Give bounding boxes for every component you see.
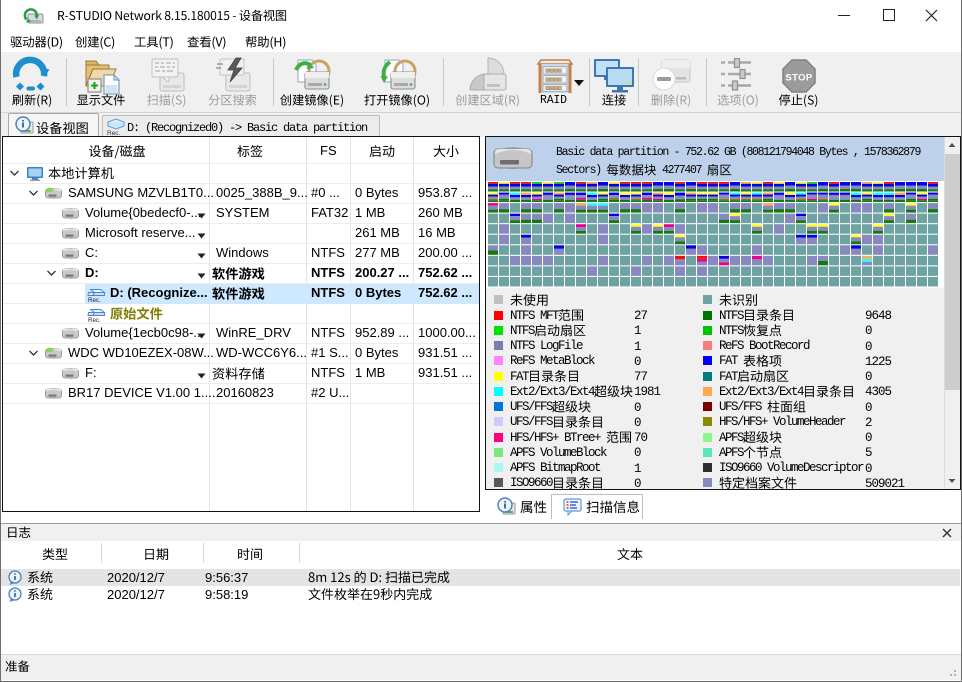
svg-text:STOP: STOP [785, 73, 813, 84]
svg-text:Rec.: Rec. [88, 317, 101, 322]
svg-text:Rec.: Rec. [88, 297, 101, 302]
